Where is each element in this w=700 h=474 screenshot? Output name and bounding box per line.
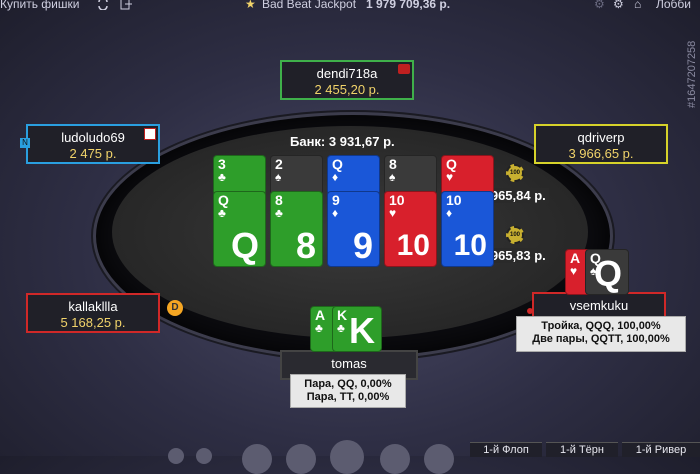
player-stack: 5 168,25 р. <box>60 315 126 330</box>
card-suit: ♣ <box>337 321 345 335</box>
hero-odds: Пара, QQ, 0,00% Пара, TT, 0,00% <box>290 374 406 408</box>
odds-line: Пара, TT, 0,00% <box>306 391 390 403</box>
seat-left-top[interactable]: ludoludo69 2 475 р. N <box>20 124 160 164</box>
refresh-icon[interactable] <box>96 0 110 10</box>
card-rank: 10 <box>389 192 405 208</box>
card-rank: 8 <box>275 192 283 208</box>
action-button[interactable] <box>380 444 410 474</box>
card-suit: ♠ <box>275 170 282 184</box>
player-stack: 3 966,65 р. <box>568 146 634 161</box>
seat-right-top[interactable]: qdriverp 3 966,65 р. <box>534 124 668 164</box>
dealer-button: D <box>167 300 183 316</box>
table-id: #1647207258 <box>686 40 698 108</box>
flag-icon <box>398 64 410 74</box>
playing-card: Q ♦ <box>327 155 380 195</box>
playing-card: Q ♥ <box>441 155 494 195</box>
tab-flop[interactable]: 1-й Флоп <box>470 442 542 457</box>
playing-card: 9 ♦ 9 <box>327 191 380 267</box>
playing-card: 2 ♠ <box>270 155 323 195</box>
lobby-icon[interactable]: ⌂ <box>634 0 641 11</box>
player-name: kallakllla <box>68 299 118 314</box>
card-rank-large: 8 <box>295 225 316 266</box>
card-rank: Q <box>218 192 229 208</box>
card-rank: A <box>315 307 326 323</box>
card-suit: ♥ <box>446 170 454 184</box>
vsemkuku-odds: Тройка, QQQ, 100,00% Две пары, QQTT, 100… <box>516 316 686 352</box>
card-rank: A <box>570 250 581 266</box>
player-name: ludoludo69 <box>61 130 125 145</box>
player-name: vsemkuku <box>569 298 629 313</box>
jackpot-label: Bad Beat Jackpot <box>262 0 357 11</box>
card-rank-large: Q <box>230 225 259 266</box>
exit-icon[interactable] <box>120 0 132 10</box>
card-rank: Q <box>332 156 343 172</box>
player-stack: 2 475 р. <box>69 146 117 161</box>
playing-card: 3 ♣ <box>213 155 266 195</box>
action-button[interactable] <box>242 444 272 474</box>
card-rank-large: 10 <box>453 229 487 262</box>
playing-card: 8 ♣ 8 <box>270 191 323 267</box>
card-rank: 2 <box>275 156 283 172</box>
card-suit: ♦ <box>446 206 453 220</box>
settings-alt-icon[interactable]: ⚙ <box>594 0 605 11</box>
note-tag: N <box>20 138 30 148</box>
odds-line: Две пары, QQTT, 100,00% <box>532 333 670 345</box>
playing-card: K ♣ K <box>332 306 382 352</box>
odds-line: Пара, QQ, 0,00% <box>304 378 392 390</box>
card-suit: ♣ <box>275 206 283 220</box>
card-rank: Q <box>446 156 457 172</box>
card-suit: ♦ <box>332 206 339 220</box>
player-name: qdriverp <box>577 130 625 145</box>
action-button[interactable] <box>168 448 184 464</box>
card-suit: ♣ <box>315 321 323 335</box>
card-suit: ♦ <box>332 170 339 184</box>
playing-card: Q ♠ Q <box>585 249 629 295</box>
action-button[interactable] <box>196 448 212 464</box>
chip-stack-icon: 100 <box>506 226 524 244</box>
card-rank: 10 <box>446 192 462 208</box>
player-name: tomas <box>331 356 367 371</box>
pot-amount: Банк: 3 931,67 р. <box>290 134 395 149</box>
player-stack: 2 455,20 р. <box>314 82 380 97</box>
card-suit: ♥ <box>570 264 578 278</box>
action-button[interactable] <box>286 444 316 474</box>
card-rank-large: 9 <box>352 225 373 266</box>
card-rank-large: Q <box>593 253 622 294</box>
playing-card: 8 ♠ <box>384 155 437 195</box>
action-button[interactable] <box>424 444 454 474</box>
playing-card: Q ♣ Q <box>213 191 266 267</box>
card-suit: ♥ <box>389 206 397 220</box>
marker-icon <box>527 308 533 314</box>
tab-turn[interactable]: 1-й Тёрн <box>546 442 618 457</box>
card-rank: 9 <box>332 192 340 208</box>
card-rank: 8 <box>389 156 397 172</box>
gear-icon[interactable]: ⚙ <box>613 0 624 11</box>
star-icon: ★ <box>245 0 256 11</box>
card-rank-large: K <box>349 310 375 351</box>
card-suit: ♣ <box>218 206 226 220</box>
jackpot-value: 1 979 709,36 р. <box>366 0 451 11</box>
card-rank: K <box>337 307 348 323</box>
card-rank-large: 10 <box>396 229 430 262</box>
card-suit: ♠ <box>389 170 396 184</box>
odds-line: Тройка, QQQ, 100,00% <box>541 320 661 332</box>
playing-card: 10 ♦ 10 <box>441 191 494 267</box>
buy-chips-link[interactable]: Купить фишки <box>0 0 79 11</box>
tab-river[interactable]: 1-й Ривер <box>622 442 700 457</box>
top-bar: Купить фишки ★ Bad Beat Jackpot 1 979 70… <box>0 0 700 14</box>
seat-top[interactable]: dendi718a 2 455,20 р. <box>280 60 414 100</box>
playing-card: 10 ♥ 10 <box>384 191 437 267</box>
lobby-link[interactable]: Лобби <box>656 0 691 11</box>
note-icon <box>144 128 156 140</box>
player-name: dendi718a <box>316 66 378 81</box>
action-button[interactable] <box>330 440 364 474</box>
seat-left-bottom[interactable]: kallakllla 5 168,25 р. <box>26 293 160 333</box>
card-suit: ♣ <box>218 170 226 184</box>
chip-stack-icon: 100 <box>506 164 524 182</box>
card-rank: 3 <box>218 156 226 172</box>
